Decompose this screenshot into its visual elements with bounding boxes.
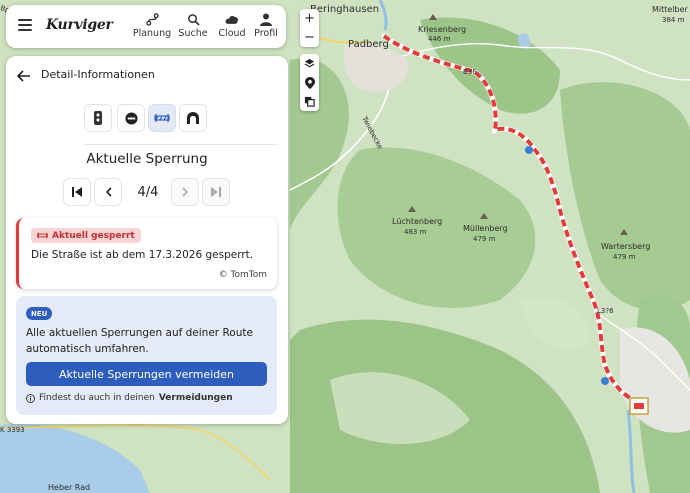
last-page-button[interactable] — [202, 178, 230, 206]
nav-label: Planung — [132, 28, 172, 39]
direction-arrow-icon — [525, 146, 533, 154]
location-button[interactable] — [300, 73, 319, 92]
peak-elevation: 479 m — [473, 235, 496, 243]
place-label: Padberg — [348, 39, 389, 50]
search-icon — [187, 14, 200, 26]
zoom-out-button[interactable]: − — [300, 28, 319, 47]
nav-profil[interactable]: Profil — [244, 13, 288, 39]
detail-panel: Detail-Informationen Aktuelle Sperrung 4… — [6, 56, 288, 424]
tab-tunnel[interactable] — [179, 104, 207, 132]
menu-button[interactable] — [18, 19, 32, 33]
closure-description: Die Straße ist ab dem 17.3.2026 gesperrt… — [31, 249, 254, 261]
app-logo[interactable]: Kurviger — [46, 17, 113, 33]
road-label: B36 — [463, 68, 477, 76]
info-icon — [26, 393, 35, 403]
closure-status-badge: Aktuell gesperrt — [31, 228, 141, 243]
nav-label: Suche — [178, 28, 208, 39]
previous-page-button[interactable] — [94, 178, 122, 206]
avoid-closures-text: Alle aktuellen Sperrungen auf deiner Rou… — [26, 327, 253, 355]
avoidances-link[interactable]: Vermeidungen — [159, 393, 233, 403]
direction-arrow-icon — [601, 377, 609, 385]
panel-title: Detail-Informationen — [41, 68, 155, 81]
road-barrier-icon — [37, 232, 48, 239]
data-attribution: © TomTom — [218, 270, 267, 280]
tab-road-closure[interactable] — [148, 104, 176, 132]
nav-planung[interactable]: Planung — [130, 13, 174, 39]
top-bar: Kurviger Planung Suche Cloud Profil — [6, 5, 286, 48]
peak-elevation: 446 m — [428, 35, 451, 43]
road-label: K 3393 — [0, 426, 25, 434]
location-pin-icon — [304, 76, 315, 89]
peak-label: Lüchtenberg — [392, 217, 442, 226]
nav-label: Profil — [254, 28, 278, 39]
avoidances-hint: Findest du auch in deinen Vermeidungen — [26, 393, 233, 403]
no-entry-icon — [124, 111, 138, 125]
nav-label: Cloud — [218, 28, 246, 39]
peak-elevation: 483 m — [404, 228, 427, 236]
avoid-closures-card: NEU Alle aktuellen Sperrungen auf deiner… — [16, 296, 277, 415]
traffic-light-icon — [94, 111, 102, 125]
avoid-closures-button[interactable]: Aktuelle Sperrungen vermeiden — [26, 362, 267, 386]
layers-button[interactable] — [300, 54, 319, 73]
pager-indicator: 4/4 — [137, 185, 159, 200]
copy-button[interactable] — [300, 92, 319, 111]
peak-label: Wartersberg — [601, 242, 650, 251]
divider — [84, 144, 278, 145]
user-icon — [260, 13, 272, 26]
section-title: Aktuelle Sperrung — [86, 151, 208, 167]
hint-text: Findest du auch in deinen — [39, 393, 155, 403]
closure-card: Aktuell gesperrt Die Straße ist ab dem 1… — [16, 218, 277, 289]
cloud-icon — [225, 15, 238, 24]
back-button[interactable] — [16, 67, 33, 82]
tab-no-entry[interactable] — [117, 104, 145, 132]
arrow-left-icon — [16, 70, 30, 82]
copy-icon — [304, 96, 315, 107]
peak-elevation: 384 m — [662, 16, 685, 24]
peak-label: Müllenberg — [463, 224, 508, 233]
next-page-button[interactable] — [171, 178, 199, 206]
road-barrier-icon — [154, 114, 170, 122]
first-page-button[interactable] — [63, 178, 91, 206]
tab-traffic[interactable] — [84, 104, 112, 132]
zoom-controls: + − — [300, 9, 319, 47]
road-label: L3?6 — [597, 307, 614, 315]
peak-label: Mittelber — [652, 5, 689, 14]
peak-label: Kriesenberg — [418, 25, 466, 34]
skip-last-icon — [211, 187, 221, 197]
chevron-left-icon — [105, 187, 112, 197]
route-planning-icon — [145, 13, 159, 26]
peak-elevation: 479 m — [613, 253, 636, 261]
place-label: Heber Rad — [48, 483, 90, 492]
chevron-right-icon — [181, 187, 188, 197]
closure-marker-icon — [634, 403, 644, 409]
closure-status-label: Aktuell gesperrt — [52, 230, 135, 241]
layers-icon — [304, 58, 315, 68]
map-tools — [300, 54, 319, 111]
zoom-in-button[interactable]: + — [300, 9, 319, 28]
skip-first-icon — [72, 187, 82, 197]
place-label: Beringhausen — [310, 4, 379, 15]
nav-suche[interactable]: Suche — [171, 13, 215, 39]
tunnel-icon — [187, 112, 199, 124]
new-badge: NEU — [26, 307, 53, 320]
